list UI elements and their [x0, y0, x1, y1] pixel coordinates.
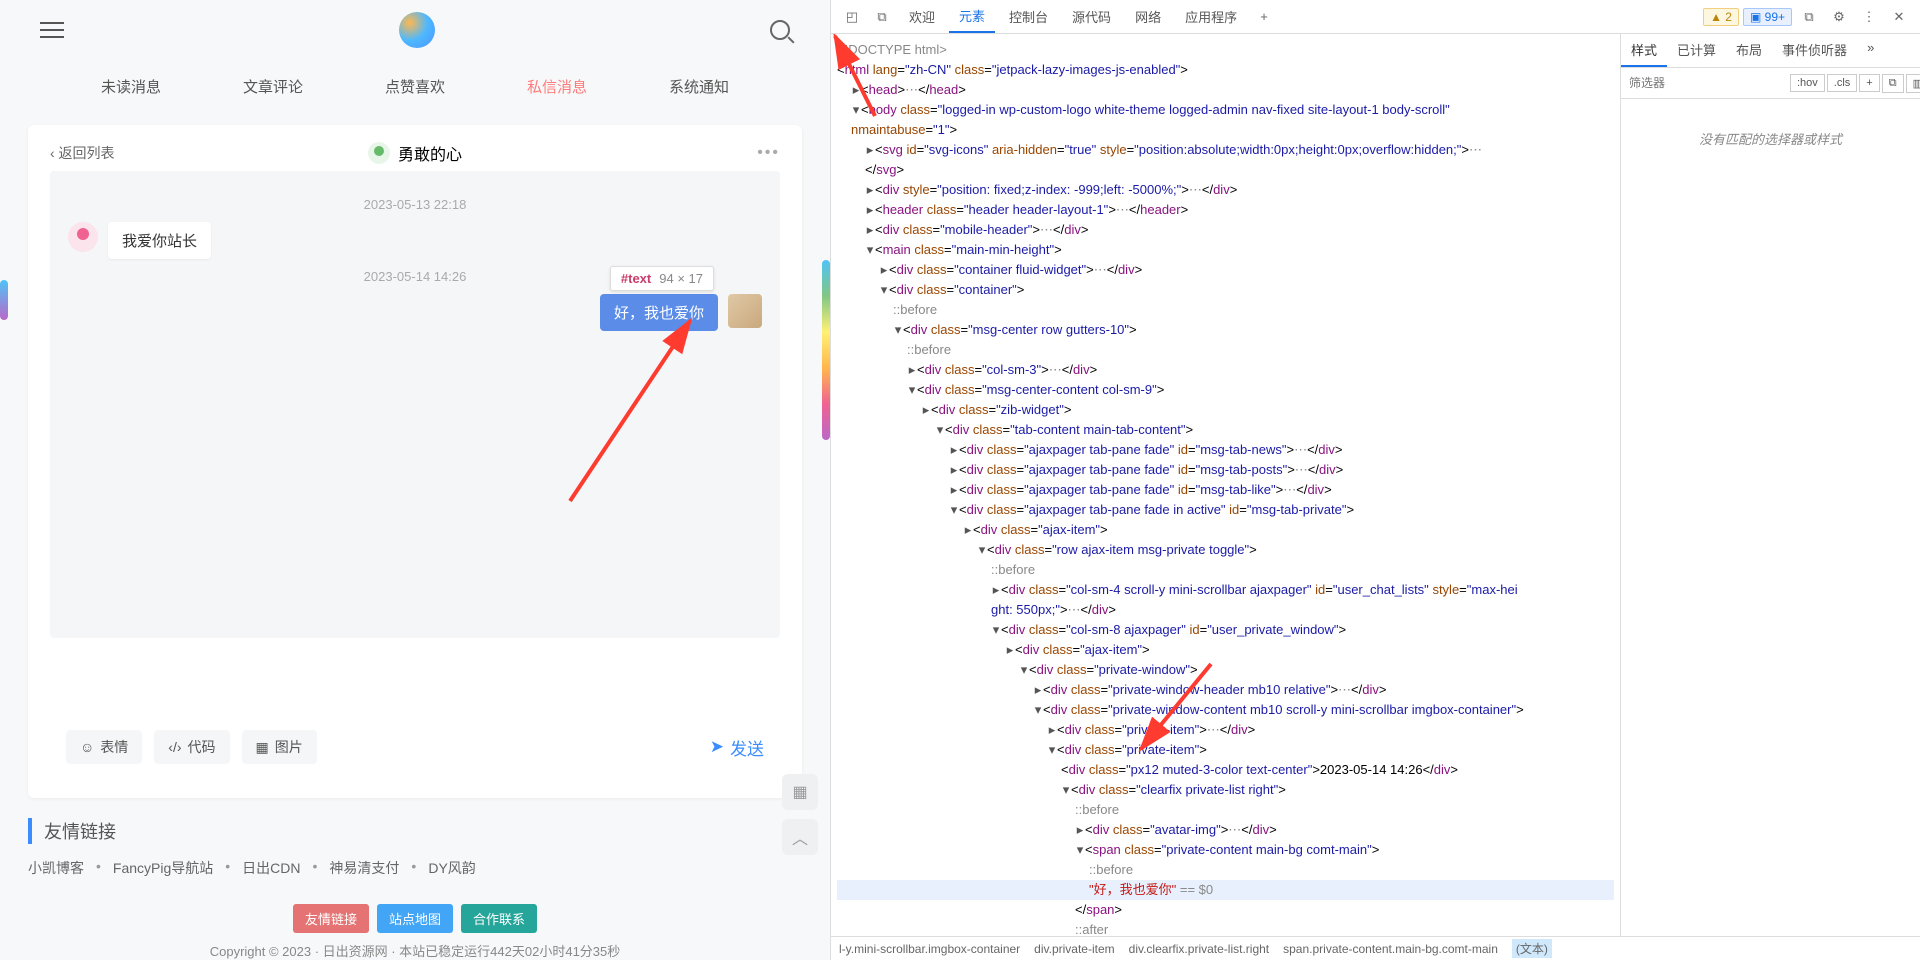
messages-pane: 2023-05-13 22:18 我爱你站长 2023-05-14 14:26 …	[50, 171, 780, 638]
inspect-icon[interactable]: ◰	[839, 4, 865, 30]
image-button[interactable]: ▦ 图片	[242, 730, 317, 764]
hov-button[interactable]: :hov	[1790, 74, 1825, 92]
crumb[interactable]: span.private-content.main-bg.comt-main	[1283, 942, 1498, 956]
decoration	[822, 260, 830, 440]
dock-icon[interactable]: ⧉	[1796, 4, 1822, 30]
crumb[interactable]: l-y.mini-scrollbar.imgbox-container	[839, 942, 1020, 956]
breadcrumb[interactable]: l-y.mini-scrollbar.imgbox-container div.…	[831, 936, 1920, 960]
more-icon[interactable]: •••	[757, 144, 780, 162]
device-icon[interactable]: ⧉	[869, 4, 895, 30]
listeners-tab[interactable]: 事件侦听器	[1772, 34, 1857, 67]
avatar	[728, 294, 762, 328]
layout-tab[interactable]: 布局	[1726, 34, 1772, 67]
dom-tree[interactable]: <!DOCTYPE html> <html lang="zh-CN" class…	[831, 34, 1620, 936]
link-item[interactable]: FancyPig导航站	[113, 858, 213, 878]
message-bubble: 我爱你站长	[108, 222, 211, 259]
panel-icon[interactable]: ▥	[1906, 74, 1920, 93]
link-item[interactable]: 日出CDN	[242, 858, 300, 878]
link-item[interactable]: DY风韵	[428, 858, 475, 878]
styles-filter-input[interactable]	[1625, 72, 1788, 94]
footer-button[interactable]: 站点地图	[377, 904, 453, 933]
add-tab-icon[interactable]: +	[1251, 4, 1277, 30]
tab-unread[interactable]: 未读消息	[101, 70, 161, 103]
tab-comments[interactable]: 文章评论	[243, 70, 303, 103]
compose-input[interactable]	[66, 668, 764, 718]
decoration	[0, 280, 8, 320]
crumb[interactable]: div.private-item	[1034, 942, 1114, 956]
tab-likes[interactable]: 点赞喜欢	[385, 70, 445, 103]
links-title: 友情链接	[28, 818, 802, 844]
code-button[interactable]: ‹/› 代码	[154, 730, 229, 764]
scroll-top-button[interactable]: ︿	[782, 819, 818, 855]
message-bubble: 好，我也爱你	[600, 294, 718, 331]
menu-icon[interactable]	[40, 17, 64, 43]
send-button[interactable]: ➤ 发送	[710, 735, 764, 760]
dt-tab-welcome[interactable]: 欢迎	[899, 1, 945, 32]
more-icon[interactable]: »	[1857, 34, 1884, 67]
dt-tab-network[interactable]: 网络	[1125, 1, 1171, 32]
kebab-icon[interactable]: ⋮	[1856, 4, 1882, 30]
close-icon[interactable]: ✕	[1886, 4, 1912, 30]
message-tabs: 未读消息 文章评论 点赞喜欢 私信消息 系统通知	[0, 60, 830, 113]
avatar	[68, 222, 98, 252]
dt-tab-app[interactable]: 应用程序	[1175, 1, 1247, 32]
tab-system[interactable]: 系统通知	[669, 70, 729, 103]
plus-icon[interactable]: +	[1859, 74, 1879, 92]
annotation-arrow	[510, 301, 730, 521]
cls-button[interactable]: .cls	[1827, 74, 1858, 92]
dt-tab-elements[interactable]: 元素	[949, 0, 995, 33]
inspect-tooltip: #text 94 × 17	[610, 266, 714, 291]
qr-button[interactable]: ▦	[782, 774, 818, 810]
computed-tab[interactable]: 已计算	[1667, 34, 1726, 67]
chat-name: 勇敢的心	[398, 141, 462, 165]
footer-button[interactable]: 友情链接	[293, 904, 369, 933]
back-button[interactable]: ‹ 返回列表	[50, 143, 115, 163]
search-icon[interactable]	[770, 20, 790, 40]
link-item[interactable]: 神易清支付	[329, 858, 399, 878]
issues-badge[interactable]: ▣ 99+	[1743, 8, 1792, 26]
crumb[interactable]: (文本)	[1512, 939, 1552, 958]
devtools-toolbar: ◰ ⧉ 欢迎 元素 控制台 源代码 网络 应用程序 + ▲ 2 ▣ 99+ ⧉ …	[831, 0, 1920, 34]
dt-tab-sources[interactable]: 源代码	[1062, 1, 1121, 32]
footer-button[interactable]: 合作联系	[461, 904, 537, 933]
styles-panel: 样式 已计算 布局 事件侦听器 » :hov .cls + ⧉ ▥ 没有匹配的选…	[1620, 34, 1920, 936]
styles-empty: 没有匹配的选择器或样式	[1621, 99, 1920, 178]
copy-icon[interactable]: ⧉	[1882, 74, 1904, 93]
styles-tab[interactable]: 样式	[1621, 34, 1667, 67]
composer: ☺ 表情 ‹/› 代码 ▦ 图片 ➤ 发送	[50, 652, 780, 780]
dt-tab-console[interactable]: 控制台	[999, 1, 1058, 32]
site-logo[interactable]	[399, 12, 435, 48]
warnings-badge[interactable]: ▲ 2	[1703, 8, 1739, 26]
copyright: Copyright © 2023 · 日出资源网 · 本站已稳定运行442天02…	[0, 941, 830, 960]
link-item[interactable]: 小凯博客	[28, 858, 84, 878]
crumb[interactable]: div.clearfix.private-list.right	[1129, 942, 1269, 956]
timestamp: 2023-05-13 22:18	[68, 197, 762, 212]
avatar	[368, 142, 390, 164]
emoji-button[interactable]: ☺ 表情	[66, 730, 142, 764]
settings-icon[interactable]: ⚙	[1826, 4, 1852, 30]
tab-private[interactable]: 私信消息	[527, 70, 587, 103]
